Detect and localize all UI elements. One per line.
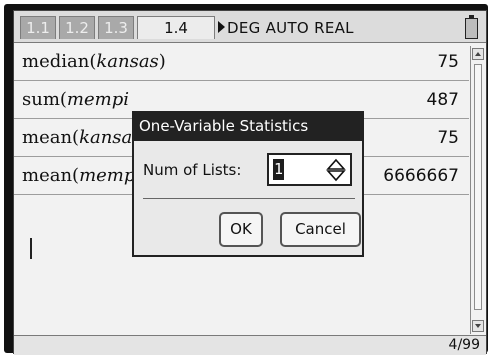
history-entry[interactable]: median(kansas) 75 [14,44,469,81]
tab-1-2[interactable]: 1.2 [59,16,95,39]
function-argument: memp [79,165,136,186]
history-scrollbar[interactable] [470,46,485,334]
scroll-up-arrow-icon[interactable] [472,48,484,60]
tab-label: 1.1 [26,19,50,37]
up-down-arrows-icon[interactable] [326,158,346,182]
ok-button[interactable]: OK [219,212,263,247]
function-name: median( [22,51,97,72]
scroll-down-arrow-icon[interactable] [472,320,484,332]
device-frame: 1.1 1.2 1.3 1.4 DEG AUTO REAL median(kan… [4,4,488,355]
tab-label: 1.3 [104,19,128,37]
history-result: 75 [437,52,459,72]
tab-label: 1.4 [164,19,188,37]
tab-1-3[interactable]: 1.3 [98,16,134,39]
num-of-lists-input[interactable]: 1 [267,153,352,186]
battery-icon [465,15,478,39]
history-result: 487 [426,90,459,110]
num-of-lists-value[interactable]: 1 [273,159,285,180]
function-name: mean( [22,165,80,186]
history-result: 6666667 [383,166,459,186]
history-count: 4/99 [448,337,480,353]
history-result: 75 [437,128,459,148]
dialog-divider [143,198,355,199]
entry-line-cursor[interactable] [30,238,32,259]
cancel-button[interactable]: Cancel [280,212,361,247]
mode-arrow-icon [218,21,225,33]
tab-1-4[interactable]: 1.4 [137,16,215,39]
function-name: mean( [22,127,80,148]
tab-bar: 1.1 1.2 1.3 1.4 DEG AUTO REAL [14,11,486,43]
tab-label: 1.2 [65,19,89,37]
mode-indicator: DEG AUTO REAL [227,19,354,37]
tab-1-1[interactable]: 1.1 [20,16,56,39]
closing-paren: ) [158,51,166,72]
status-bar: 4/99 [14,335,486,355]
function-name: sum( [22,89,67,110]
history-expression: mean(kansa [22,127,132,148]
num-of-lists-label: Num of Lists: [143,161,242,179]
history-expression: mean(memp [22,165,135,186]
calculator-screen: 1.1 1.2 1.3 1.4 DEG AUTO REAL median(kan… [13,10,487,355]
history-expression: sum(mempi [22,89,129,110]
scroll-thumb[interactable] [474,64,482,310]
function-argument: kansa [79,127,133,148]
function-argument: mempi [66,89,129,110]
function-argument: kansas [96,51,159,72]
one-variable-stats-dialog: One-Variable Statistics Num of Lists: 1 … [132,111,364,257]
history-expression: median(kansas) [22,51,166,72]
dialog-title: One-Variable Statistics [134,113,362,141]
